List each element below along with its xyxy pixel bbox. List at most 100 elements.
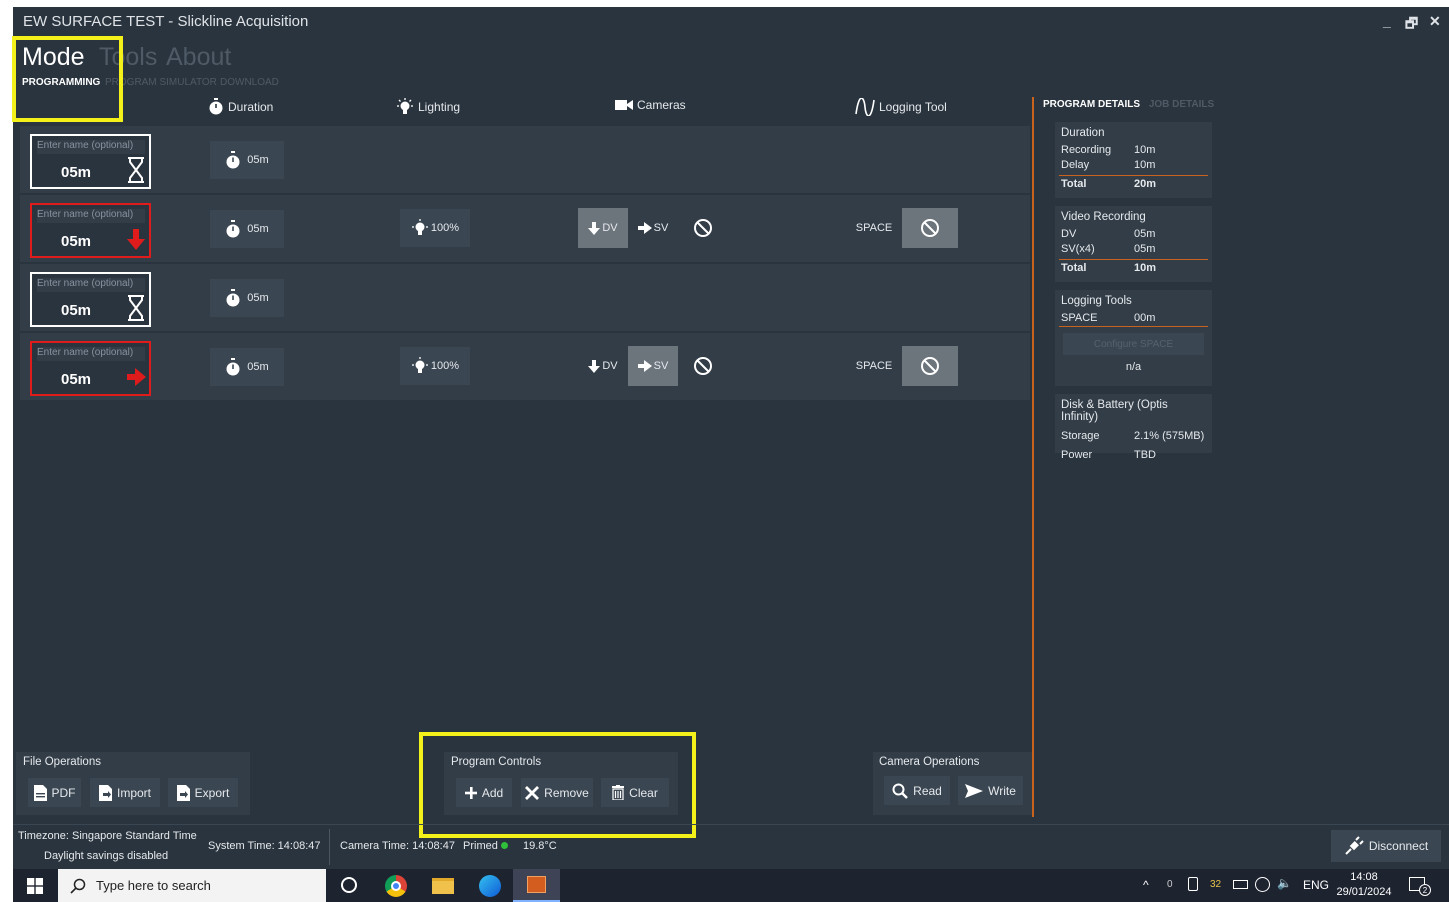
program-row[interactable]: Enter name (optional) 05m 05m 100% DV SV… — [20, 333, 1030, 400]
step-name-box[interactable]: Enter name (optional) 05m — [30, 272, 151, 327]
step-duration-value: 05m — [61, 302, 92, 319]
step-name-input[interactable]: Enter name (optional) — [37, 209, 145, 223]
step-name-box[interactable]: Enter name (optional) 05m — [30, 134, 151, 189]
export-button[interactable]: Export — [168, 778, 238, 807]
chrome-icon[interactable] — [385, 875, 407, 897]
program-row[interactable]: Enter name (optional) 05m 05m 100% DV SV… — [20, 195, 1030, 262]
lightbulb-icon — [411, 357, 428, 373]
lighting-button[interactable]: 100% — [400, 347, 470, 385]
program-row[interactable]: Enter name (optional) 05m 05m — [20, 264, 1030, 331]
camera-toggle-group: DV SV — [578, 208, 728, 248]
duration-button[interactable]: 05m — [210, 210, 284, 248]
plug-icon — [1345, 836, 1364, 855]
step-duration-value: 05m — [61, 164, 92, 181]
minimize-button[interactable]: _ — [1383, 13, 1391, 29]
submenu-download[interactable]: DOWNLOAD — [220, 77, 279, 88]
arrow-down-icon — [588, 221, 601, 235]
temperature-text: 19.8°C — [523, 840, 557, 852]
arrow-down-icon — [127, 229, 145, 250]
step-name-input[interactable]: Enter name (optional) — [37, 140, 145, 154]
taskbar-search-box[interactable]: Type here to search — [58, 869, 326, 902]
read-button[interactable]: Read — [884, 776, 950, 805]
prohibited-icon — [921, 219, 939, 237]
duration-summary-card: Duration Recording 10m Delay 10m Total 20m — [1055, 122, 1212, 198]
prohibited-icon — [694, 357, 712, 375]
prohibited-icon — [921, 357, 939, 375]
taskbar-app-active[interactable] — [513, 869, 560, 902]
logging-space-button[interactable]: SPACE — [846, 208, 902, 248]
camera-sv-button[interactable]: SV — [628, 208, 678, 248]
camera-dv-button[interactable]: DV — [578, 346, 628, 386]
logging-off-button[interactable] — [902, 346, 958, 386]
battery-icon[interactable] — [1233, 880, 1248, 889]
camera-toggle-group: DV SV — [578, 346, 728, 386]
camera-dv-button[interactable]: DV — [578, 208, 628, 248]
search-icon — [70, 878, 86, 894]
dst-text: Daylight savings disabled — [44, 850, 169, 862]
disconnect-button[interactable]: Disconnect — [1331, 830, 1441, 862]
notification-icon[interactable]: 2 — [1409, 877, 1431, 896]
logging-tools-card: Logging Tools SPACE 00m Configure SPACE n… — [1055, 290, 1212, 386]
taskbar-clock[interactable]: 14:08 29/01/2024 — [1335, 870, 1393, 900]
column-lighting: Lighting — [396, 98, 460, 116]
camera-off-button[interactable] — [678, 346, 728, 386]
duration-button[interactable]: 05m — [210, 279, 284, 317]
import-button[interactable]: Import — [90, 778, 160, 807]
primed-status: Primed — [463, 840, 508, 852]
step-name-box[interactable]: Enter name (optional) 05m — [30, 203, 151, 258]
logging-toggle-group: SPACE — [846, 346, 958, 386]
file-export-icon — [176, 784, 190, 801]
step-duration-value: 05m — [61, 233, 92, 250]
tray-count-a: 0 — [1167, 879, 1173, 890]
file-explorer-icon[interactable] — [432, 878, 454, 894]
stopwatch-icon — [226, 289, 240, 307]
menu-about[interactable]: About — [166, 43, 231, 72]
camera-off-button[interactable] — [678, 208, 728, 248]
card-title: Disk & Battery (Optis Infinity) — [1061, 399, 1168, 423]
program-row[interactable]: Enter name (optional) 05m 05m — [20, 126, 1030, 193]
details-separator — [1032, 97, 1034, 817]
program-grid: Enter name (optional) 05m 05m Enter name… — [20, 124, 1030, 404]
network-globe-icon[interactable] — [1255, 877, 1270, 892]
close-button[interactable]: ✕ — [1429, 13, 1441, 30]
hourglass-icon — [128, 157, 144, 183]
step-name-input[interactable]: Enter name (optional) — [37, 347, 145, 361]
restore-button[interactable]: 🗗 — [1405, 13, 1418, 37]
arrow-right-icon — [637, 360, 652, 372]
primed-indicator — [500, 842, 508, 849]
lightbulb-icon — [397, 98, 413, 114]
logging-na-text: n/a — [1125, 361, 1142, 373]
highlight-box-program-controls — [419, 732, 696, 838]
logging-off-button[interactable] — [902, 208, 958, 248]
configure-space-button[interactable]: Configure SPACE — [1063, 333, 1204, 355]
lighting-button[interactable]: 100% — [400, 209, 470, 247]
logging-space-button[interactable]: SPACE — [846, 346, 902, 386]
tab-program-details[interactable]: PROGRAM DETAILS — [1043, 99, 1140, 110]
column-duration: Duration — [208, 98, 273, 115]
disk-battery-card: Disk & Battery (Optis Infinity) Storage 2… — [1055, 394, 1212, 461]
tray-chevron-icon[interactable]: ^ — [1143, 878, 1149, 892]
camera-sv-button[interactable]: SV — [628, 346, 678, 386]
status-bar: Timezone: Singapore Standard Time Daylig… — [13, 824, 1449, 869]
camera-time-text: Camera Time: 14:08:47 — [340, 840, 455, 852]
video-camera-icon — [615, 100, 633, 110]
step-name-input[interactable]: Enter name (optional) — [37, 278, 145, 292]
edge-icon[interactable] — [479, 875, 501, 897]
step-duration-value: 05m — [61, 371, 92, 388]
volume-icon[interactable]: 🔈 — [1277, 876, 1292, 890]
tray-device-icon[interactable] — [1188, 877, 1198, 891]
step-name-box[interactable]: Enter name (optional) 05m — [30, 341, 151, 396]
logging-toggle-group: SPACE — [846, 208, 958, 248]
cortana-icon[interactable] — [341, 877, 357, 893]
system-time-text: System Time: 14:08:47 — [208, 840, 321, 852]
pdf-button[interactable]: PDF — [28, 778, 81, 807]
tab-job-details[interactable]: JOB DETAILS — [1149, 99, 1214, 110]
magnifier-icon — [892, 783, 909, 799]
duration-button[interactable]: 05m — [210, 348, 284, 386]
write-button[interactable]: Write — [958, 776, 1023, 805]
language-indicator[interactable]: ENG — [1303, 878, 1329, 892]
duration-button[interactable]: 05m — [210, 141, 284, 179]
windows-start-button[interactable] — [27, 878, 43, 897]
tray-count-b: 32 — [1210, 879, 1222, 890]
card-title: Duration — [1061, 127, 1105, 139]
